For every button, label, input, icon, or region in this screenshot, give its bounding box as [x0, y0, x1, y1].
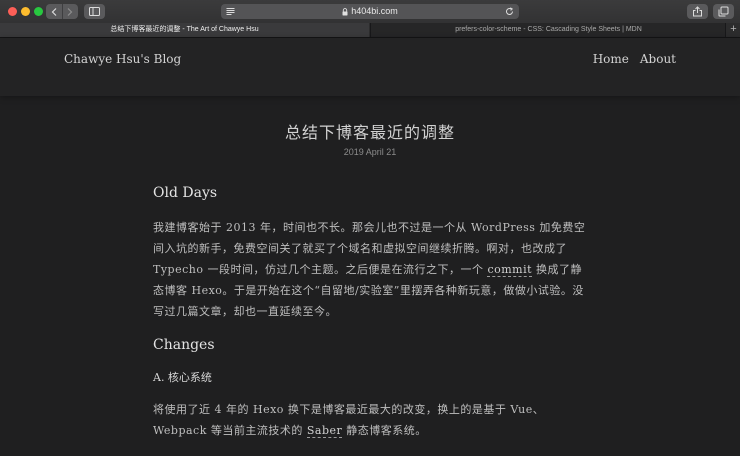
section-heading-old-days: Old Days [153, 185, 218, 201]
forward-button[interactable] [61, 4, 79, 19]
subheading-core-system: A. 核心系统 [153, 371, 212, 384]
browser-window: h404bi.com 总结下博客最近的调整 - The Art of Chawy… [0, 0, 740, 456]
reload-icon[interactable] [505, 7, 514, 16]
web-page: Chawye Hsu's Blog Home About 总结下博客最近的调整 … [0, 38, 740, 456]
tab-overview-button[interactable] [713, 4, 734, 19]
tabs-icon [718, 6, 729, 17]
tab-bar: 总结下博客最近的调整 - The Art of Chawye Hsu prefe… [0, 23, 740, 38]
zoom-window-button[interactable] [34, 7, 43, 16]
chevron-left-icon [51, 7, 57, 16]
paragraph-text: 静态博客系统。 [342, 424, 427, 437]
browser-toolbar: h404bi.com [0, 0, 740, 24]
address-display: h404bi.com [221, 4, 519, 19]
share-icon [693, 6, 702, 17]
share-button[interactable] [687, 4, 708, 19]
paragraph-changes: 将使用了近 4 年的 Hexo 换下是博客最近最大的改变，换上的是基于 Vue、… [153, 399, 587, 441]
commit-link[interactable]: commit [487, 263, 533, 277]
new-tab-button[interactable]: + [725, 23, 740, 37]
close-window-button[interactable] [8, 7, 17, 16]
post-title: 总结下博客最近的调整 [284, 123, 455, 142]
address-bar[interactable]: h404bi.com [221, 4, 519, 19]
post-date: 2019 April 21 [343, 147, 397, 157]
plus-icon: + [730, 23, 737, 35]
site-header: Chawye Hsu's Blog Home About [0, 38, 740, 96]
nav-about-link[interactable]: About [640, 52, 676, 66]
history-navigation [46, 4, 78, 19]
nav-home-link[interactable]: Home [593, 52, 629, 66]
chevron-right-icon [67, 7, 73, 16]
site-nav: Home About [593, 52, 676, 66]
tab-mdn[interactable]: prefers-color-scheme - CSS: Cascading St… [370, 23, 726, 37]
section-heading-changes: Changes [153, 337, 215, 353]
sidebar-icon [89, 7, 100, 16]
site-brand-link[interactable]: Chawye Hsu's Blog [64, 52, 181, 66]
post-content: Old Days 我建博客始于 2013 年，时间也不长。那会儿也不过是一个从 … [153, 184, 587, 441]
lock-icon [342, 7, 348, 15]
minimize-window-button[interactable] [21, 7, 30, 16]
sidebar-button[interactable] [84, 4, 105, 19]
back-button[interactable] [46, 4, 62, 19]
address-text: h404bi.com [351, 6, 398, 16]
tab-active[interactable]: 总结下博客最近的调整 - The Art of Chawye Hsu [0, 23, 369, 37]
paragraph-old-days: 我建博客始于 2013 年，时间也不长。那会儿也不过是一个从 WordPress… [153, 217, 587, 322]
saber-link[interactable]: Saber [306, 424, 343, 438]
